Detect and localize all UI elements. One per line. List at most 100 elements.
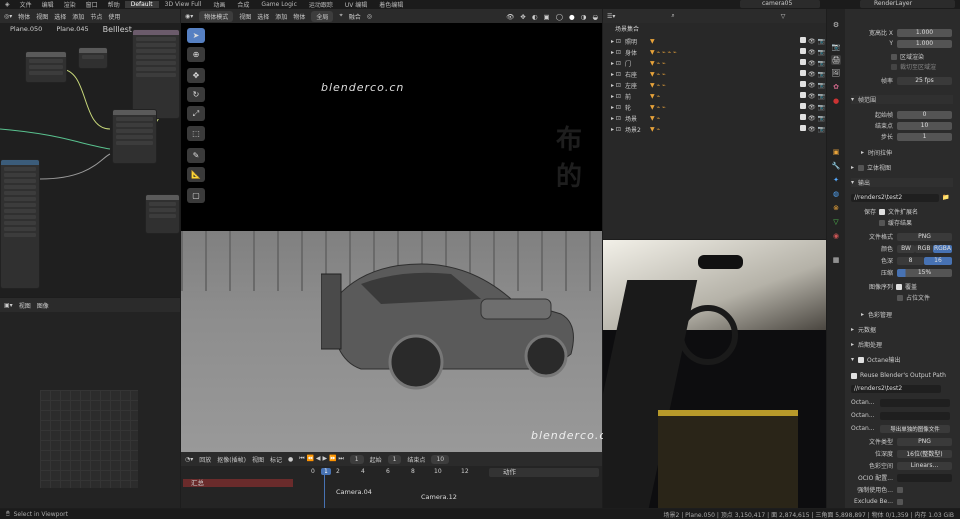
scale-tool-icon[interactable]: ⤢ [187,106,205,121]
image-menu-image[interactable]: 图像 [37,301,49,310]
tab-compositing[interactable]: 合成 [231,0,255,9]
editor-type-icon[interactable]: ◔▾ [185,456,193,463]
snap-mode[interactable]: 融合 [349,12,361,21]
node-editor[interactable]: ◎▾ 物体 视图 选择 添加 节点 使用 Plane.050 Plane.045… [0,9,180,297]
outliner-item[interactable]: ▸ ⊡ 前 ▼ ⌁ 👁 📷 [611,91,825,101]
frame-end-field[interactable]: 10 [897,121,952,130]
physics-tab-icon[interactable]: ◍ [831,189,841,199]
frame-range-panel[interactable]: 帧范围 [858,95,876,104]
octane-field-1[interactable] [880,398,950,407]
aspect-x-field[interactable]: 1.000 [897,28,952,37]
octane-output-checkbox[interactable] [858,356,865,363]
summary-channel[interactable]: 汇总 [183,479,293,487]
tab-motion-tracking[interactable]: 运动跟踪 [303,0,339,9]
annotate-tool-icon[interactable]: ✎ [187,148,205,163]
octane-field-2[interactable] [880,411,950,420]
folder-icon[interactable]: 📁 [942,194,949,201]
post-processing-panel[interactable]: 后期处理 [858,340,882,349]
shading-material-icon[interactable]: ◑ [581,13,587,21]
image-menu-view[interactable]: 视图 [19,301,31,310]
record-icon[interactable]: ● [288,456,293,463]
node[interactable] [78,47,108,69]
cursor-tool-icon[interactable]: ⊕ [187,47,205,62]
color-rgba-button[interactable]: RGBA [933,244,952,253]
menu-edit[interactable]: 编辑 [37,0,59,9]
scene-tab-icon[interactable]: ✿ [831,82,841,92]
compression-slider[interactable]: 15% [897,268,952,277]
tab-shading[interactable]: 着色编辑 [373,0,409,9]
fps-select[interactable]: 25 fps [897,76,952,85]
modifier-tab-icon[interactable]: 🔧 [831,161,841,171]
tool-tab-icon[interactable]: ⚙ [831,20,841,30]
outliner-item[interactable]: ▸ ⊡ 右座 ▼ ⌁ ⌁ 👁 📷 [611,69,825,79]
octane-output-panel[interactable]: Octane输出 [867,355,901,364]
bitdepth-select[interactable]: 16位(整数型) [897,449,952,458]
stereo-checkbox[interactable] [858,164,865,171]
color-management-panel[interactable]: 色彩管理 [868,310,892,319]
shading-rendered-icon[interactable]: ◒ [592,13,598,21]
particles-tab-icon[interactable]: ✦ [831,175,841,185]
gizmo-icon[interactable]: ✥ [520,13,525,21]
tab-3d-view-full[interactable]: 3D View Full [159,1,208,8]
filter-icon[interactable]: ▽ [781,13,786,20]
world-tab-icon[interactable]: ● [831,96,841,106]
outliner-item[interactable]: ▸ ⊡ 场景 ▼ ⌁ 👁 📷 [611,113,825,123]
octane-path-field[interactable]: //renders2\test2 [851,384,941,393]
select-tool-icon[interactable]: ➤ [187,28,205,43]
search-icon[interactable]: ⌕ [671,12,674,20]
viewport-menu-view[interactable]: 视图 [239,12,251,21]
outliner-item[interactable]: ▸ ⊡ 身体 ▼ ⌁ ⌁ ⌁ ⌁ 👁 📷 [611,47,825,57]
timeline-menu-marker[interactable]: 标记 [270,455,282,464]
aspect-y-field[interactable]: 1.000 [897,39,952,48]
file-ext-checkbox[interactable] [879,208,885,215]
snap-icon[interactable]: ⌖ [339,12,342,20]
depth-16-button[interactable]: 16 [924,256,952,265]
node[interactable] [0,159,40,289]
output-panel[interactable]: 输出 [858,178,870,187]
menu-render[interactable]: 渲染 [59,0,81,9]
view-layer-tab-icon[interactable]: 🖼 [831,68,841,78]
stereo-panel[interactable]: 立体视图 [867,163,891,172]
tab-game-logic[interactable]: Game Logic [255,1,302,8]
action-label[interactable]: 动作 [489,468,599,477]
material-tab-icon[interactable]: ◉ [831,231,841,241]
xray-icon[interactable]: ▣ [544,13,550,21]
marker-camera[interactable]: Camera.04 [336,488,372,496]
transform-orientation[interactable]: 全局 [311,10,334,22]
data-tab-icon[interactable]: ▽ [831,217,841,227]
node[interactable] [145,194,180,234]
time-stretch-panel[interactable]: 时间拉伸 [868,148,892,157]
ocio-field[interactable] [897,473,952,482]
menu-file[interactable]: 文件 [15,0,37,9]
playback-controls[interactable]: ⏮ ⏪ ◀ ▶ ⏩ ⏭ [299,455,344,463]
render-tab-icon[interactable]: 📷 [831,42,841,52]
outliner-item[interactable]: ▸ ⊡ 轮 ▼ ⌁ ⌁ 👁 📷 [611,102,825,112]
menu-window[interactable]: 窗口 [81,0,103,9]
color-rgb-button[interactable]: RGB [915,244,933,253]
border-checkbox[interactable] [891,53,897,60]
cache-checkbox[interactable] [879,219,885,226]
current-frame[interactable]: 1 [349,454,364,464]
end-frame[interactable]: 10 [431,454,450,464]
viewport-menu-select[interactable]: 选择 [257,12,269,21]
shading-wire-icon[interactable]: ◯ [556,13,563,21]
scene-collection[interactable]: 场景集合 [615,24,639,33]
texture-tab-icon[interactable]: ▦ [831,255,841,265]
file-format-select[interactable]: PNG [897,232,952,241]
editor-type-icon[interactable]: ◉▾ [185,13,193,20]
view-layer-selector[interactable]: RenderLayer [860,0,955,8]
mode-selector[interactable]: 物体模式 [199,10,234,22]
image-editor[interactable]: ▣▾ 视图 图像 [0,298,180,508]
frame-start-field[interactable]: 0 [897,110,952,119]
timeline[interactable]: ◔▾ 回放 抠像(插帧) 视图 标记 ● ⏮ ⏪ ◀ ▶ ⏩ ⏭ 1 起始 1 … [181,452,602,508]
3d-viewport[interactable]: ◉▾ 物体模式 视图 选择 添加 物体 全局 ⌖ 融合 ◎ 👁 ✥ ◐ ▣ ◯ … [181,9,613,464]
start-frame[interactable]: 1 [387,454,402,464]
placeholder-checkbox[interactable] [897,294,903,301]
add-cube-tool-icon[interactable]: ▢ [187,188,205,203]
output-path-field[interactable]: //renders2\test2 [851,193,939,202]
editor-type-icon[interactable]: ☰▾ [607,13,615,20]
node[interactable] [112,109,157,164]
node[interactable] [25,51,67,83]
outliner-item[interactable]: ▸ ⊡ 场景2 ▼ ⌁ 👁 📷 [611,124,825,134]
color-bw-button[interactable]: BW [897,244,915,253]
